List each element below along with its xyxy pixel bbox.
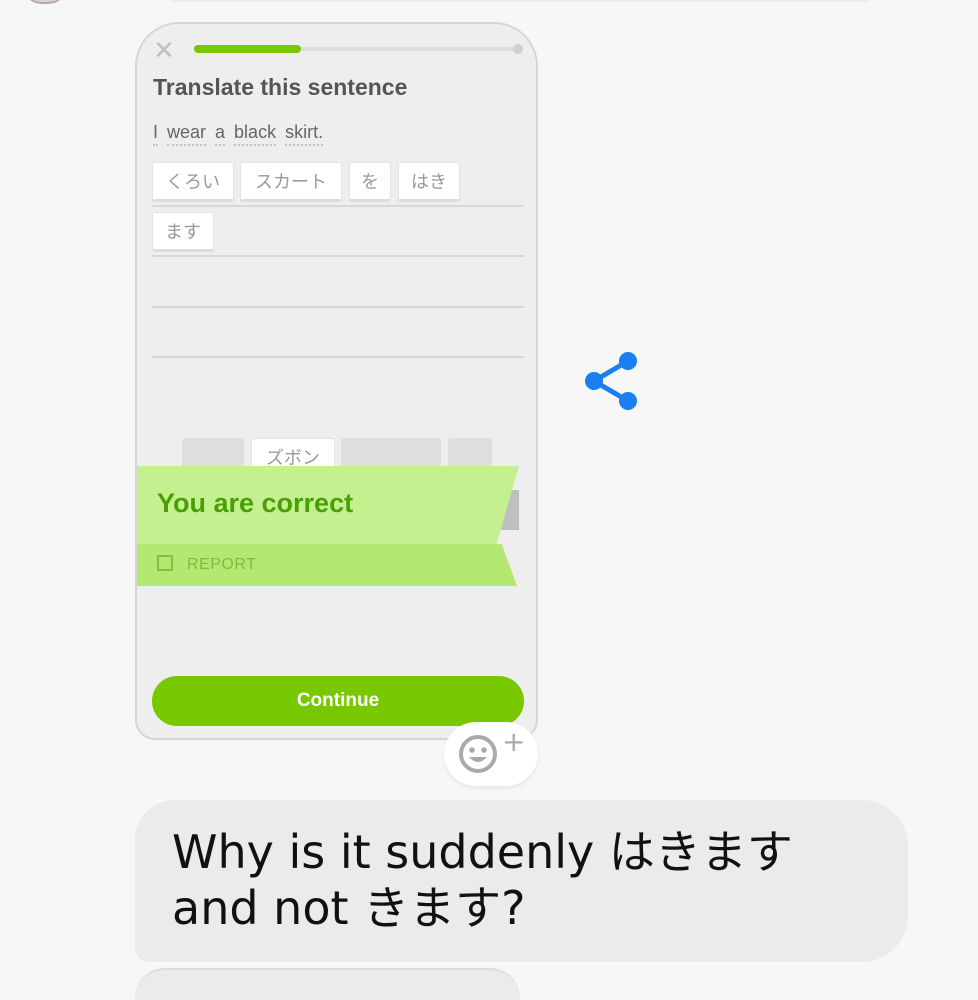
lesson-progress-bar <box>194 44 523 54</box>
answer-chip: くろい <box>152 162 234 202</box>
answer-line <box>152 255 524 257</box>
message-text: Why is it suddenly はきます and not きます? <box>172 825 793 935</box>
next-message-bubble <box>135 968 520 1000</box>
answer-line <box>152 306 524 308</box>
answer-line <box>152 356 524 358</box>
sentence-word: black <box>234 122 277 146</box>
previous-message-bubble <box>150 0 890 2</box>
sentence-word: a <box>215 122 226 146</box>
correct-banner: You are correct <box>137 466 519 546</box>
continue-button: Continue <box>152 676 524 726</box>
report-bar: REPORT <box>137 544 517 586</box>
correct-message: You are correct <box>157 488 354 518</box>
answer-line <box>152 205 524 207</box>
answer-chip: はき <box>398 162 460 202</box>
plus-icon: + <box>502 725 526 758</box>
flag-icon <box>157 555 173 571</box>
answer-chip: を <box>349 162 391 202</box>
sentence-word: skirt. <box>285 122 324 146</box>
message-bubble[interactable]: Why is it suddenly はきます and not きます? <box>135 800 908 962</box>
close-icon: ✕ <box>153 36 175 66</box>
smiley-icon <box>459 735 497 773</box>
shared-screenshot-image[interactable]: ✕ Translate this sentence I wear a black… <box>135 22 538 740</box>
add-reaction-button[interactable]: + <box>444 722 538 786</box>
report-label: REPORT <box>187 556 257 573</box>
share-icon[interactable] <box>582 350 642 412</box>
sender-avatar[interactable] <box>22 0 68 4</box>
sentence-word: wear <box>167 122 207 146</box>
progress-end-dot <box>513 44 523 54</box>
exercise-title: Translate this sentence <box>153 74 408 100</box>
answer-chip: ます <box>152 212 214 252</box>
sentence-word: I <box>153 122 159 146</box>
progress-fill <box>194 45 302 53</box>
source-sentence: I wear a black skirt. <box>153 122 324 146</box>
answer-chip: スカート <box>240 162 342 202</box>
